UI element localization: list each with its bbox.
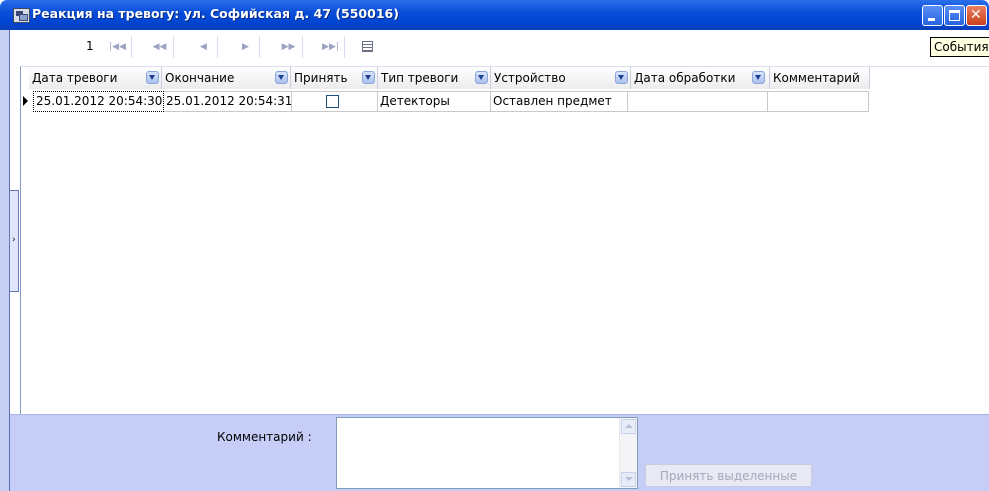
previous-record-icon: ◀ [200,42,207,52]
next-record-button[interactable]: ▶ [232,36,260,58]
cell-alarm-type[interactable]: Детекторы [378,91,491,112]
column-header-end[interactable]: Окончание [162,67,291,89]
window-title: Реакция на тревогу: ул. Софийская д. 47 … [32,6,399,21]
column-header-comment[interactable]: Комментарий [770,67,870,89]
close-icon: ✕ [970,7,982,23]
minimize-icon [928,18,935,21]
column-filter-dropdown-icon[interactable] [475,71,488,84]
previous-page-icon: ◀◀ [152,42,167,52]
column-header-device[interactable]: Устройство [491,67,631,89]
column-header-label: Дата обработки [634,71,736,85]
maximize-button[interactable] [944,5,965,26]
cell-accept[interactable] [292,91,378,112]
column-filter-dropdown-icon[interactable] [615,71,628,84]
app-window-icon [13,8,30,23]
column-header-label: Тип тревоги [381,71,459,85]
first-record-icon: |◀◀ [109,42,126,52]
column-header-label: Устройство [494,71,566,85]
column-header-accept[interactable]: Принять [291,67,378,89]
previous-record-button[interactable]: ◀ [190,36,218,58]
alarm-events-grid: Дата тревоги Окончание Принять Тип трево… [20,66,989,414]
column-header-label: Комментарий [773,71,860,85]
minimize-button[interactable] [922,5,943,26]
column-filter-dropdown-icon[interactable] [275,71,288,84]
cell-alarm-date[interactable]: 25.01.2012 20:54:30 [33,91,164,112]
accept-checkbox[interactable] [326,95,339,108]
column-filter-dropdown-icon[interactable] [752,71,765,84]
bottom-panel: Комментарий : Принять выделенные [10,414,989,491]
grid-columns-icon[interactable] [362,41,373,52]
close-button[interactable]: ✕ [966,5,987,26]
cell-device[interactable]: Оставлен предмет [491,91,628,112]
column-header-alarm-date[interactable]: Дата тревоги [29,67,162,89]
record-number: 1 [86,39,94,53]
first-record-button[interactable]: |◀◀ [104,36,132,58]
last-record-button[interactable]: ▶▶| [317,36,345,58]
record-navigator: 1 |◀◀ ◀◀ ◀ ▶ ▶▶ ▶▶| [22,36,422,60]
title-bar[interactable]: Реакция на тревогу: ул. Софийская д. 47 … [0,0,989,30]
column-header-label: Принять [294,71,348,85]
tooltip: События [930,37,989,57]
previous-page-button[interactable]: ◀◀ [146,36,174,58]
column-header-label: Окончание [165,71,235,85]
cell-comment[interactable] [768,91,869,112]
cell-end[interactable]: 25.01.2012 20:54:31 [164,91,292,112]
column-filter-dropdown-icon[interactable] [146,71,159,84]
maximize-icon [949,10,960,21]
accept-selected-button[interactable]: Принять выделенные [645,464,812,487]
column-filter-dropdown-icon[interactable] [362,71,375,84]
panel-splitter[interactable]: › [9,190,19,292]
comment-label: Комментарий : [217,430,312,444]
table-row[interactable]: 25.01.2012 20:54:30 25.01.2012 20:54:31 … [21,91,871,112]
column-header-alarm-type[interactable]: Тип тревоги [378,67,491,89]
alarm-reaction-window: Реакция на тревогу: ул. Софийская д. 47 … [0,0,989,491]
current-row-indicator-icon [23,96,28,106]
column-header-label: Дата тревоги [32,71,118,85]
next-record-icon: ▶ [242,42,249,52]
next-page-icon: ▶▶ [281,42,296,52]
expand-arrow-icon: › [12,235,16,245]
last-record-icon: ▶▶| [322,42,339,52]
cell-processed-date[interactable] [628,91,768,112]
grid-header: Дата тревоги Окончание Принять Тип трево… [21,67,871,89]
column-header-processed-date[interactable]: Дата обработки [631,67,770,89]
comment-textarea[interactable] [336,417,638,489]
next-page-button[interactable]: ▶▶ [275,36,303,58]
